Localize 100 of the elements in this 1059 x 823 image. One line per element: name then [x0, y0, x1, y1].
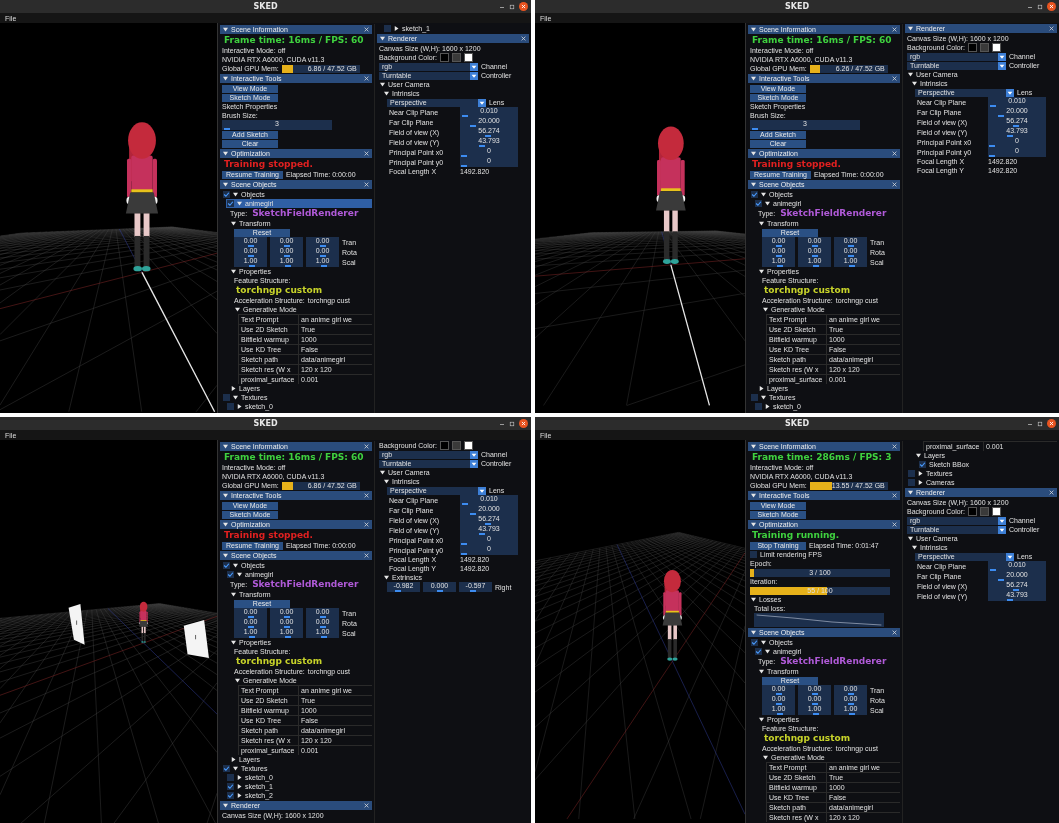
color-swatch[interactable] — [992, 43, 1001, 52]
checkbox[interactable] — [223, 765, 230, 772]
close-icon[interactable] — [364, 27, 369, 32]
disclosure-triangle-icon[interactable] — [231, 640, 236, 645]
caret-icon[interactable] — [998, 52, 1006, 61]
close-icon[interactable] — [892, 27, 897, 32]
disclosure-triangle-icon[interactable] — [223, 76, 228, 81]
close-icon[interactable] — [1049, 26, 1054, 31]
disclosure-triangle-icon[interactable] — [231, 757, 236, 762]
disclosure-triangle-icon[interactable] — [765, 649, 770, 654]
disclosure-triangle-icon[interactable] — [235, 307, 240, 312]
caret-icon[interactable] — [470, 71, 478, 80]
close-icon[interactable] — [892, 493, 897, 498]
checkbox[interactable] — [755, 200, 762, 207]
checkbox[interactable] — [750, 551, 757, 558]
close-icon[interactable] — [364, 151, 369, 156]
checkbox[interactable] — [751, 394, 758, 401]
maximize-icon[interactable] — [1037, 420, 1043, 427]
disclosure-triangle-icon[interactable] — [237, 793, 242, 798]
caret-icon[interactable] — [998, 61, 1006, 70]
close-icon[interactable] — [364, 803, 369, 808]
checkbox[interactable] — [755, 403, 762, 410]
disclosure-triangle-icon[interactable] — [761, 395, 766, 400]
disclosure-triangle-icon[interactable] — [912, 545, 917, 550]
caret-icon[interactable] — [998, 516, 1006, 525]
disclosure-triangle-icon[interactable] — [751, 630, 756, 635]
close-icon[interactable] — [364, 522, 369, 527]
disclosure-triangle-icon[interactable] — [916, 453, 921, 458]
disclosure-triangle-icon[interactable] — [908, 26, 913, 31]
disclosure-triangle-icon[interactable] — [918, 480, 923, 485]
disclosure-triangle-icon[interactable] — [765, 404, 770, 409]
disclosure-triangle-icon[interactable] — [394, 26, 399, 31]
color-swatch[interactable] — [464, 53, 473, 62]
disclosure-triangle-icon[interactable] — [759, 221, 764, 226]
checkbox[interactable] — [223, 191, 230, 198]
disclosure-triangle-icon[interactable] — [763, 307, 768, 312]
disclosure-triangle-icon[interactable] — [384, 91, 389, 96]
caret-icon[interactable] — [470, 450, 478, 459]
disclosure-triangle-icon[interactable] — [223, 151, 228, 156]
caret-icon[interactable] — [470, 62, 478, 71]
close-icon[interactable] — [364, 444, 369, 449]
disclosure-triangle-icon[interactable] — [759, 269, 764, 274]
disclosure-triangle-icon[interactable] — [223, 27, 228, 32]
disclosure-triangle-icon[interactable] — [237, 784, 242, 789]
disclosure-triangle-icon[interactable] — [751, 597, 756, 602]
disclosure-triangle-icon[interactable] — [380, 36, 385, 41]
disclosure-triangle-icon[interactable] — [761, 640, 766, 645]
disclosure-triangle-icon[interactable] — [751, 151, 756, 156]
color-swatch[interactable] — [440, 441, 449, 450]
disclosure-triangle-icon[interactable] — [223, 553, 228, 558]
checkbox[interactable] — [908, 479, 915, 486]
caret-icon[interactable] — [470, 459, 478, 468]
checkbox[interactable] — [227, 403, 234, 410]
disclosure-triangle-icon[interactable] — [237, 572, 242, 577]
checkbox[interactable] — [227, 792, 234, 799]
disclosure-triangle-icon[interactable] — [763, 755, 768, 760]
checkbox[interactable] — [227, 571, 234, 578]
disclosure-triangle-icon[interactable] — [380, 470, 385, 475]
disclosure-triangle-icon[interactable] — [759, 386, 764, 391]
checkbox[interactable] — [227, 774, 234, 781]
disclosure-triangle-icon[interactable] — [233, 395, 238, 400]
checkbox[interactable] — [751, 191, 758, 198]
checkbox[interactable] — [227, 200, 234, 207]
close-icon[interactable] — [1047, 2, 1056, 11]
disclosure-triangle-icon[interactable] — [918, 471, 923, 476]
disclosure-triangle-icon[interactable] — [751, 76, 756, 81]
disclosure-triangle-icon[interactable] — [761, 192, 766, 197]
color-swatch[interactable] — [464, 441, 473, 450]
color-swatch[interactable] — [452, 441, 461, 450]
disclosure-triangle-icon[interactable] — [912, 81, 917, 86]
close-icon[interactable] — [892, 76, 897, 81]
checkbox[interactable] — [908, 470, 915, 477]
color-swatch[interactable] — [992, 507, 1001, 516]
disclosure-triangle-icon[interactable] — [237, 404, 242, 409]
disclosure-triangle-icon[interactable] — [223, 493, 228, 498]
maximize-icon[interactable] — [509, 3, 515, 10]
close-icon[interactable] — [364, 493, 369, 498]
disclosure-triangle-icon[interactable] — [765, 201, 770, 206]
disclosure-triangle-icon[interactable] — [231, 592, 236, 597]
color-swatch[interactable] — [980, 507, 989, 516]
disclosure-triangle-icon[interactable] — [908, 490, 913, 495]
caret-icon[interactable] — [1006, 552, 1014, 561]
disclosure-triangle-icon[interactable] — [231, 269, 236, 274]
checkbox[interactable] — [223, 394, 230, 401]
close-icon[interactable] — [1049, 490, 1054, 495]
close-icon[interactable] — [892, 630, 897, 635]
maximize-icon[interactable] — [1037, 3, 1043, 10]
disclosure-triangle-icon[interactable] — [380, 82, 385, 87]
close-icon[interactable] — [892, 444, 897, 449]
disclosure-triangle-icon[interactable] — [908, 72, 913, 77]
color-swatch[interactable] — [452, 53, 461, 62]
disclosure-triangle-icon[interactable] — [233, 766, 238, 771]
caret-icon[interactable] — [998, 525, 1006, 534]
close-icon[interactable] — [892, 182, 897, 187]
caret-icon[interactable] — [1006, 88, 1014, 97]
disclosure-triangle-icon[interactable] — [751, 27, 756, 32]
close-icon[interactable] — [892, 522, 897, 527]
close-icon[interactable] — [521, 36, 526, 41]
disclosure-triangle-icon[interactable] — [233, 563, 238, 568]
close-icon[interactable] — [364, 182, 369, 187]
